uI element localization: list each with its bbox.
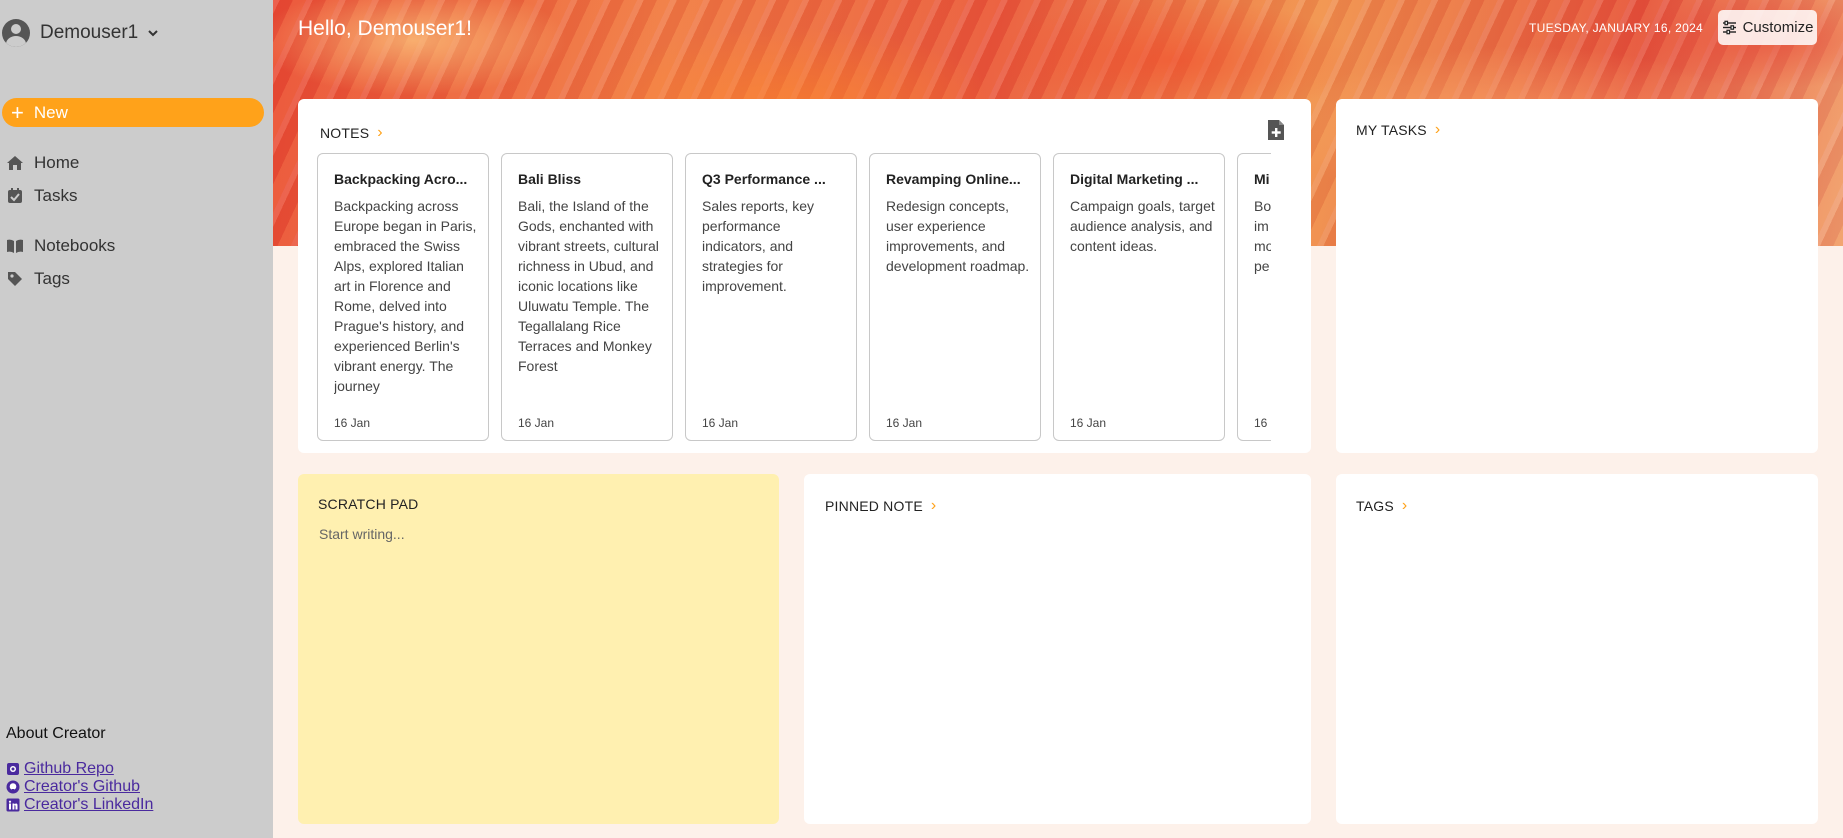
link-label: Creator's LinkedIn <box>24 796 154 813</box>
sidebar-item-tasks[interactable]: Tasks <box>6 186 77 206</box>
my-tasks-widget <box>1336 99 1818 453</box>
notes-title: NOTES <box>320 125 370 141</box>
tags-title: TAGS <box>1356 498 1394 514</box>
current-date: TUESDAY, JANUARY 16, 2024 <box>1529 21 1704 35</box>
sidebar-item-tags[interactable]: Tags <box>6 269 70 289</box>
pinned-note-title: PINNED NOTE <box>825 498 923 514</box>
tags-title-link[interactable]: TAGS › <box>1356 497 1407 515</box>
user-menu[interactable]: Demouser1 <box>2 19 160 47</box>
chevron-down-icon <box>148 30 158 37</box>
note-date: 16 Jan <box>518 416 555 430</box>
sliders-icon <box>1722 20 1736 35</box>
my-tasks-title-link[interactable]: MY TASKS › <box>1356 121 1440 139</box>
github-icon <box>6 780 20 794</box>
new-note-icon[interactable] <box>1266 119 1286 141</box>
greeting: Hello, Demouser1! <box>298 17 472 40</box>
new-button-label: New <box>33 102 68 122</box>
note-title: Digital Marketing ... <box>1070 171 1199 187</box>
plus-icon: + <box>11 99 24 125</box>
note-date: 16 <box>1254 416 1268 430</box>
username: Demouser1 <box>40 22 139 43</box>
chevron-right-icon: › <box>930 497 937 514</box>
new-button[interactable]: + New <box>2 98 264 127</box>
link-label: Creator's Github <box>24 778 140 795</box>
note-preview: Bo im mo pe <box>1254 198 1271 274</box>
note-preview: Backpacking across Europe began in Paris… <box>334 198 477 394</box>
note-preview: Campaign goals, target audience analysis… <box>1070 198 1215 254</box>
note-card[interactable]: Digital Marketing ... Campaign goals, ta… <box>1053 153 1225 441</box>
notes-list: Backpacking Acro... Backpacking across E… <box>317 153 1271 441</box>
linkedin-icon <box>6 798 20 812</box>
book-icon <box>7 239 23 253</box>
note-card[interactable]: Bali Bliss Bali, the Island of the Gods,… <box>501 153 673 441</box>
note-card[interactable]: Mi Bo im mo pe 16 <box>1237 153 1271 441</box>
link-label: Github Repo <box>24 760 114 777</box>
creator-github-link[interactable]: Creator's Github <box>6 778 153 796</box>
tags-widget <box>1336 474 1818 824</box>
scratch-pad-title: SCRATCH PAD <box>318 496 419 512</box>
note-title: Backpacking Acro... <box>334 171 468 187</box>
sidebar: Demouser1 + New Home Tasks Notebooks Tag… <box>0 0 273 838</box>
note-title: Bali Bliss <box>518 171 582 187</box>
note-date: 16 Jan <box>334 416 371 430</box>
sidebar-item-label: Notebooks <box>34 236 116 255</box>
pinned-note-title-link[interactable]: PINNED NOTE › <box>825 497 936 515</box>
notes-title-link[interactable]: NOTES › <box>320 124 383 142</box>
pinned-note-widget <box>804 474 1311 824</box>
chevron-right-icon: › <box>1401 497 1408 514</box>
github-repo-link[interactable]: Github Repo <box>6 760 153 778</box>
note-title: Revamping Online... <box>886 171 1021 187</box>
note-card[interactable]: Backpacking Acro... Backpacking across E… <box>317 153 489 441</box>
customize-label: Customize <box>1742 19 1814 36</box>
home-icon <box>7 156 23 170</box>
creator-links: Github Repo Creator's Github Creator's L… <box>6 760 153 814</box>
chevron-right-icon: › <box>1434 121 1441 138</box>
sidebar-item-label: Tasks <box>34 186 78 205</box>
note-date: 16 Jan <box>1070 416 1107 430</box>
note-card[interactable]: Revamping Online... Redesign concepts, u… <box>869 153 1041 441</box>
note-card[interactable]: Q3 Performance ... Sales reports, key pe… <box>685 153 857 441</box>
note-title: Q3 Performance ... <box>702 171 826 187</box>
sidebar-item-notebooks[interactable]: Notebooks <box>6 236 115 256</box>
customize-button[interactable]: Customize <box>1718 10 1817 45</box>
sidebar-item-label: Tags <box>34 269 70 288</box>
note-title: Mi <box>1254 171 1270 187</box>
sidebar-item-home[interactable]: Home <box>6 153 79 173</box>
repo-icon <box>7 763 19 775</box>
task-check-icon <box>8 188 22 203</box>
note-date: 16 Jan <box>886 416 923 430</box>
scratch-pad-input[interactable] <box>319 526 759 806</box>
my-tasks-title: MY TASKS <box>1356 122 1427 138</box>
creator-linkedin-link[interactable]: Creator's LinkedIn <box>6 796 153 814</box>
chevron-right-icon: › <box>377 124 383 141</box>
note-preview: Bali, the Island of the Gods, enchanted … <box>518 198 659 374</box>
note-preview: Redesign concepts, user experience impro… <box>886 198 1030 274</box>
sidebar-item-label: Home <box>34 153 80 172</box>
about-creator-heading: About Creator <box>6 725 106 742</box>
note-date: 16 Jan <box>702 416 739 430</box>
note-preview: Sales reports, key performance indicator… <box>702 198 815 294</box>
tag-icon <box>8 272 22 286</box>
avatar-icon <box>2 19 30 47</box>
